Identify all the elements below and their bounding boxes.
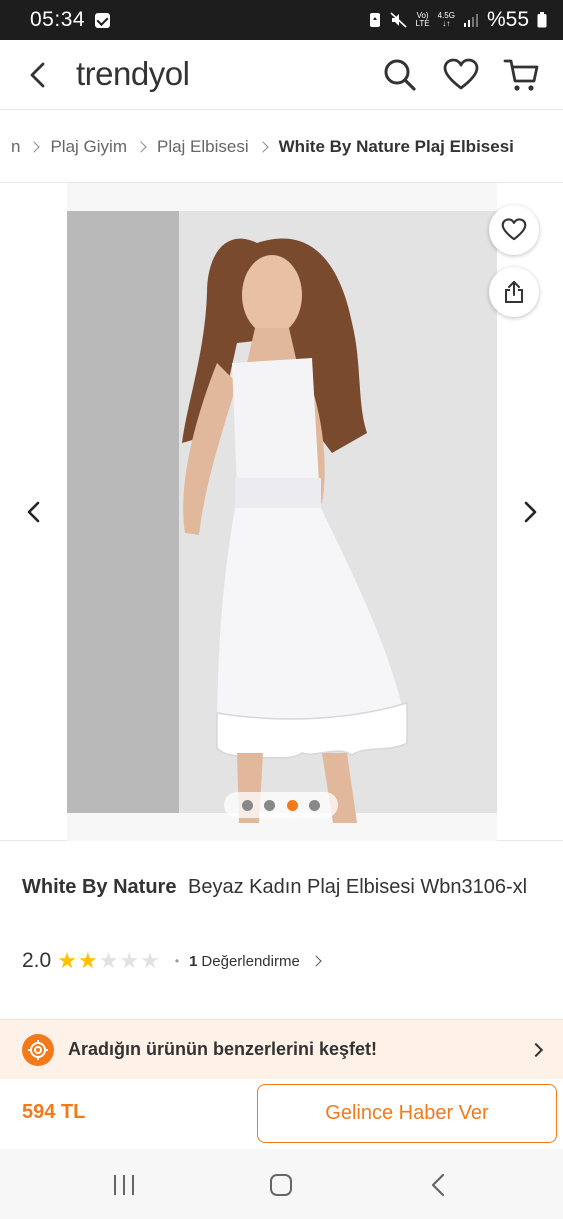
star-empty-icon: ★ (119, 948, 140, 973)
home-icon[interactable] (268, 1172, 294, 1198)
star-empty-icon: ★ (98, 948, 119, 973)
breadcrumb: n Plaj Giyim Plaj Elbisesi White By Natu… (0, 111, 563, 183)
speed-label: 4.5G ↓↑ (438, 12, 455, 28)
star-filled-icon: ★ (57, 948, 77, 973)
pagination-dot[interactable] (309, 799, 321, 811)
battery-percent: %55 (486, 8, 529, 31)
signal-icon (463, 14, 478, 27)
pagination-dot[interactable] (241, 799, 253, 811)
star-empty-icon: ★ (140, 948, 160, 973)
purchase-bar: 594 TL Gelince Haber Ver (0, 1079, 563, 1149)
status-bar: 05:34 Vo) LTE 4.5G ↓↑ %55 (0, 0, 563, 40)
product-photo[interactable] (67, 183, 497, 841)
notification-check-icon (95, 12, 111, 28)
back-icon[interactable] (24, 60, 54, 90)
breadcrumb-item-plaj-giyim[interactable]: Plaj Giyim (50, 137, 127, 157)
status-time: 05:34 (30, 8, 86, 31)
heart-icon (501, 218, 527, 241)
mute-icon (390, 12, 407, 28)
product-name: Beyaz Kadın Plaj Elbisesi Wbn3106-xl (188, 876, 528, 898)
heart-icon[interactable] (443, 57, 479, 93)
trendyol-logo[interactable]: trendyol (76, 55, 190, 93)
sync-icon (369, 13, 380, 27)
discover-similar-banner[interactable]: Aradığın ürünün benzerlerini keşfet! (0, 1019, 563, 1079)
pagination-dot-active[interactable] (286, 799, 298, 811)
arrows-icon: ↓↑ (442, 19, 451, 28)
gallery-pagination (224, 792, 338, 818)
discover-text: Aradığın ürünün benzerlerini keşfet! (68, 1039, 378, 1059)
share-icon (505, 281, 523, 303)
chevron-right-icon[interactable] (310, 955, 322, 967)
favorite-button[interactable] (489, 205, 539, 255)
chevron-right-icon[interactable] (516, 498, 544, 526)
network-label: Vo) LTE (416, 12, 430, 28)
rating-row[interactable]: 2.0 ★ ★ ★ ★ ★ • 1 Değerlendirme (22, 946, 322, 976)
separator-dot: • (174, 954, 180, 968)
lens-icon (28, 1039, 48, 1060)
model-in-dress-image (182, 238, 408, 823)
network-bottom: LTE (415, 19, 430, 28)
chevron-right-icon (28, 140, 41, 153)
chevron-right-icon (256, 140, 269, 153)
product-price: 594 TL (22, 1101, 86, 1123)
product-gallery (0, 183, 563, 841)
product-brand[interactable]: White By Nature (22, 876, 176, 898)
cart-icon[interactable] (503, 57, 539, 93)
share-button[interactable] (489, 267, 539, 317)
review-count[interactable]: 1 (189, 953, 197, 970)
status-indicators: Vo) LTE 4.5G ↓↑ %55 (368, 8, 547, 32)
chevron-left-icon[interactable] (20, 498, 48, 526)
rating-value: 2.0 (22, 949, 52, 972)
breadcrumb-item-plaj-elbisesi[interactable]: Plaj Elbisesi (157, 137, 249, 157)
system-navigation-bar (0, 1149, 563, 1219)
recent-apps-icon[interactable] (111, 1172, 137, 1198)
search-icon[interactable] (382, 57, 418, 93)
back-nav-icon[interactable] (426, 1172, 452, 1198)
review-label[interactable]: Değerlendirme (201, 953, 299, 970)
notify-when-available-button[interactable]: Gelince Haber Ver (257, 1084, 557, 1143)
breadcrumb-item-partial[interactable]: n (11, 137, 20, 157)
chevron-right-icon (135, 140, 147, 153)
app-header: trendyol (0, 40, 563, 110)
battery-icon (537, 12, 547, 28)
product-title: White By Nature Beyaz Kadın Plaj Elbises… (22, 873, 547, 901)
pagination-dot[interactable] (264, 799, 276, 811)
discover-icon (22, 1033, 54, 1066)
chevron-right-icon (528, 1042, 544, 1057)
breadcrumb-item-current[interactable]: White By Nature Plaj Elbisesi (279, 137, 514, 157)
star-filled-icon: ★ (77, 948, 98, 973)
